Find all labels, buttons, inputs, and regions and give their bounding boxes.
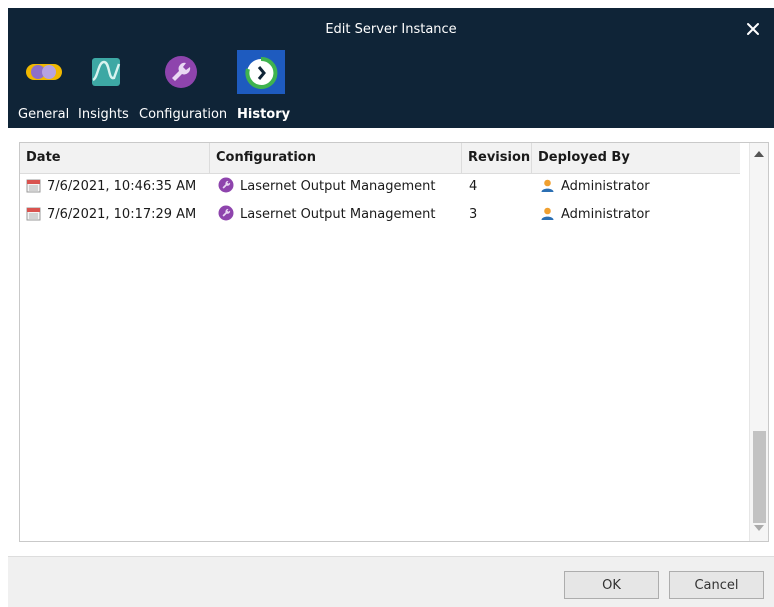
revision-cell: 3 xyxy=(469,207,478,222)
deployed-by-cell: Administrator xyxy=(540,173,650,201)
configuration-text: Lasernet Output Management xyxy=(240,179,436,194)
calendar-icon xyxy=(26,179,41,193)
general-icon xyxy=(26,64,62,80)
tab-configuration-label: Configuration xyxy=(139,107,228,122)
deployed-by-cell: Administrator xyxy=(540,201,650,229)
tab-general[interactable]: General xyxy=(18,50,78,128)
configuration-cell: Lasernet Output Management xyxy=(218,173,436,201)
column-header-date[interactable]: Date xyxy=(20,143,210,173)
ok-button[interactable]: OK xyxy=(564,571,659,599)
tab-insights[interactable]: Insights xyxy=(78,50,138,128)
configuration-cell: Lasernet Output Management xyxy=(218,201,436,229)
wrench-icon xyxy=(218,177,234,193)
revision-cell: 4 xyxy=(469,179,478,194)
user-icon xyxy=(541,207,554,220)
insights-icon xyxy=(92,58,121,86)
user-icon xyxy=(541,179,554,192)
tab-general-label: General xyxy=(18,107,70,122)
scrollbar-thumb[interactable] xyxy=(753,431,766,523)
history-panel: Date Configuration Revision Deployed By … xyxy=(8,128,774,556)
deployed-by-text: Administrator xyxy=(561,179,650,194)
history-icon xyxy=(245,56,278,89)
date-text: 7/6/2021, 10:17:29 AM xyxy=(47,207,197,222)
tab-configuration[interactable]: Configuration xyxy=(139,50,239,128)
calendar-icon xyxy=(26,207,41,221)
edit-server-instance-dialog: Edit Server Instance General Insights Co… xyxy=(8,8,774,607)
dialog-footer: OK Cancel xyxy=(8,556,774,607)
configuration-text: Lasernet Output Management xyxy=(240,207,436,222)
close-icon xyxy=(747,23,759,35)
table-header: Date Configuration Revision Deployed By xyxy=(20,143,740,174)
date-cell: 7/6/2021, 10:46:35 AM xyxy=(26,173,196,201)
tab-history-label: History xyxy=(237,107,291,122)
dialog-title: Edit Server Instance xyxy=(325,22,457,37)
scroll-down-arrow[interactable] xyxy=(754,525,764,531)
tab-history[interactable]: History xyxy=(237,50,299,128)
column-header-revision[interactable]: Revision xyxy=(462,143,532,173)
date-text: 7/6/2021, 10:46:35 AM xyxy=(47,179,197,194)
date-cell: 7/6/2021, 10:17:29 AM xyxy=(26,201,196,229)
history-table: Date Configuration Revision Deployed By … xyxy=(19,142,769,542)
wrench-icon xyxy=(165,56,197,88)
tab-insights-label: Insights xyxy=(78,107,129,122)
dialog-header: Edit Server Instance General Insights Co… xyxy=(8,8,774,128)
close-button[interactable] xyxy=(740,16,766,42)
deployed-by-text: Administrator xyxy=(561,207,650,222)
column-header-configuration[interactable]: Configuration xyxy=(210,143,462,173)
cancel-button[interactable]: Cancel xyxy=(669,571,764,599)
column-header-deployed-by[interactable]: Deployed By xyxy=(532,143,740,173)
vertical-scrollbar[interactable] xyxy=(749,143,768,541)
table-row[interactable]: 7/6/2021, 10:46:35 AM Lasernet Output Ma… xyxy=(20,173,740,201)
table-row[interactable]: 7/6/2021, 10:17:29 AM Lasernet Output Ma… xyxy=(20,201,740,229)
wrench-icon xyxy=(218,205,234,221)
scroll-up-arrow[interactable] xyxy=(754,151,764,157)
